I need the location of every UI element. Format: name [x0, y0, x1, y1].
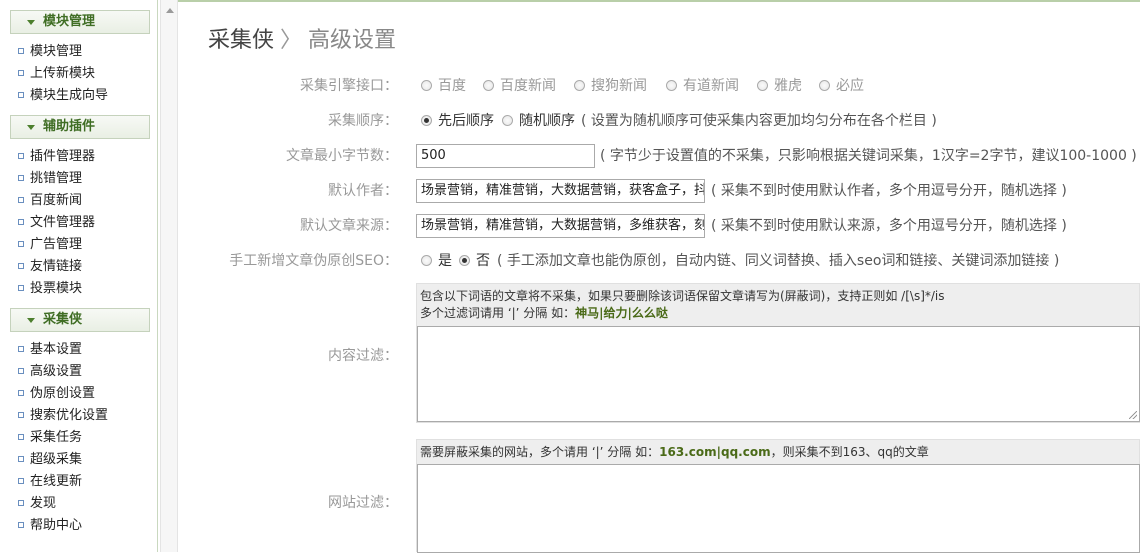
- radio-icon[interactable]: [819, 80, 830, 91]
- sidebar-item-module-wizard[interactable]: 模块生成向导: [18, 86, 108, 106]
- square-bullet-icon: [18, 478, 24, 484]
- sidebar-item-seo-settings[interactable]: 搜索优化设置: [18, 406, 108, 426]
- site-filter-desc: 需要屏蔽采集的网站，多个请用 ‘|’ 分隔 如：163.com|qq.com，则…: [420, 445, 929, 459]
- square-bullet-icon: [18, 346, 24, 352]
- sidebar-item-pseudo-original[interactable]: 伪原创设置: [18, 384, 95, 404]
- resize-grip-icon[interactable]: [1129, 411, 1137, 419]
- sidebar-item-vote-module[interactable]: 投票模块: [18, 279, 82, 299]
- engine-option-youdao-news[interactable]: 有道新闻: [666, 76, 739, 96]
- source-input[interactable]: 场景营销，精准营销，大数据营销，多维获客，刻: [416, 214, 705, 238]
- radio-checked-icon[interactable]: [421, 115, 432, 126]
- site-filter-label: 网站过滤：: [328, 495, 398, 511]
- engine-label: 采集引擎接口：: [300, 78, 398, 94]
- engine-option-bing[interactable]: 必应: [819, 76, 864, 96]
- sidebar-item-module-manage[interactable]: 模块管理: [18, 42, 82, 62]
- square-bullet-icon: [18, 48, 24, 54]
- author-input[interactable]: 场景营销，精准营销，大数据营销，获客盒子，抖: [416, 179, 705, 203]
- breadcrumb-separator-icon: 〉: [280, 28, 303, 53]
- triangle-down-icon: [27, 318, 35, 323]
- top-divider: [178, 0, 1140, 2]
- min-bytes-input[interactable]: 500: [416, 144, 595, 168]
- sidebar-item-error-manage[interactable]: 挑错管理: [18, 169, 82, 189]
- square-bullet-icon: [18, 92, 24, 98]
- page-title: 采集侠〉高级设置: [208, 28, 397, 53]
- min-bytes-hint: ( 字节少于设置值的不采集，只影响根据关键词采集，1汉字=2字节，建议100-1…: [600, 148, 1137, 164]
- radio-checked-icon[interactable]: [459, 255, 470, 266]
- sidebar-item-ad-manage[interactable]: 广告管理: [18, 235, 82, 255]
- engine-option-baidu[interactable]: 百度: [421, 76, 466, 96]
- square-bullet-icon: [18, 434, 24, 440]
- group-header-module[interactable]: 模块管理: [10, 10, 150, 34]
- radio-icon[interactable]: [666, 80, 677, 91]
- site-filter-box: 需要屏蔽采集的网站，多个请用 ‘|’ 分隔 如：163.com|qq.com，则…: [416, 439, 1140, 553]
- order-option-sequential[interactable]: 先后顺序: [421, 111, 494, 131]
- square-bullet-icon: [18, 219, 24, 225]
- sidebar-item-upload-module[interactable]: 上传新模块: [18, 64, 95, 84]
- order-label: 采集顺序：: [328, 113, 398, 129]
- square-bullet-icon: [18, 241, 24, 247]
- engine-option-baidu-news[interactable]: 百度新闻: [483, 76, 556, 96]
- sidebar-item-super-collect[interactable]: 超级采集: [18, 450, 82, 470]
- content-filter-desc: 包含以下词语的文章将不采集，如果只要删除该词语保留文章请写为(屏蔽词)，支持正则…: [420, 289, 945, 320]
- author-label: 默认作者：: [328, 183, 398, 199]
- square-bullet-icon: [18, 368, 24, 374]
- square-bullet-icon: [18, 500, 24, 506]
- site-filter-example: 163.com|qq.com: [659, 445, 771, 459]
- square-bullet-icon: [18, 175, 24, 181]
- square-bullet-icon: [18, 153, 24, 159]
- radio-icon[interactable]: [483, 80, 494, 91]
- seo-option-no[interactable]: 否: [459, 251, 490, 271]
- seo-hint: ( 手工添加文章也能伪原创，自动内链、同义词替换、插入seo词和链接、关键词添加…: [497, 253, 1060, 269]
- content-filter-label: 内容过滤：: [328, 348, 398, 364]
- engine-option-yahoo[interactable]: 雅虎: [757, 76, 802, 96]
- group-header-caijixia[interactable]: 采集侠: [10, 308, 150, 332]
- triangle-down-icon: [27, 125, 35, 130]
- radio-icon[interactable]: [757, 80, 768, 91]
- author-hint: ( 采集不到时使用默认作者，多个用逗号分开，随机选择 ): [711, 183, 1067, 199]
- sidebar: 模块管理 模块管理 上传新模块 模块生成向导 辅助插件 插件管理器 挑错管理 百…: [0, 0, 158, 552]
- content-filter-box: 包含以下词语的文章将不采集，如果只要删除该词语保留文章请写为(屏蔽词)，支持正则…: [416, 283, 1140, 423]
- radio-icon[interactable]: [421, 255, 432, 266]
- source-label: 默认文章来源：: [300, 218, 398, 234]
- group-title: 采集侠: [43, 312, 83, 327]
- sidebar-item-friend-links[interactable]: 友情链接: [18, 257, 82, 277]
- triangle-down-icon: [27, 20, 35, 25]
- square-bullet-icon: [18, 285, 24, 291]
- radio-icon[interactable]: [502, 115, 513, 126]
- order-hint: ( 设置为随机顺序可使采集内容更加均匀分布在各个栏目 ): [581, 113, 937, 129]
- group-header-plugins[interactable]: 辅助插件: [10, 115, 150, 139]
- seo-label: 手工新增文章伪原创SEO：: [229, 253, 398, 269]
- sidebar-item-help-center[interactable]: 帮助中心: [18, 516, 82, 536]
- group-title: 辅助插件: [43, 119, 96, 134]
- square-bullet-icon: [18, 456, 24, 462]
- square-bullet-icon: [18, 70, 24, 76]
- order-option-random[interactable]: 随机顺序: [502, 111, 575, 131]
- sidebar-item-plugin-manager[interactable]: 插件管理器: [18, 147, 95, 167]
- min-bytes-label: 文章最小字节数：: [286, 148, 398, 164]
- radio-icon[interactable]: [421, 80, 432, 91]
- square-bullet-icon: [18, 412, 24, 418]
- sidebar-item-online-update[interactable]: 在线更新: [18, 472, 82, 492]
- group-title: 模块管理: [43, 14, 96, 29]
- site-filter-textarea[interactable]: [417, 464, 1140, 553]
- seo-option-yes[interactable]: 是: [421, 251, 452, 271]
- scrollbar[interactable]: [160, 0, 178, 552]
- sidebar-item-file-manager[interactable]: 文件管理器: [18, 213, 95, 233]
- square-bullet-icon: [18, 522, 24, 528]
- sidebar-item-collect-tasks[interactable]: 采集任务: [18, 428, 82, 448]
- content-filter-textarea[interactable]: [417, 326, 1140, 422]
- sidebar-item-basic-settings[interactable]: 基本设置: [18, 340, 82, 360]
- scroll-up-arrow-icon[interactable]: [166, 8, 174, 13]
- square-bullet-icon: [18, 197, 24, 203]
- filter-example: 神马|给力|么么哒: [575, 306, 668, 320]
- sidebar-item-baidu-news[interactable]: 百度新闻: [18, 191, 82, 211]
- sidebar-item-advanced-settings[interactable]: 高级设置: [18, 362, 82, 382]
- radio-icon[interactable]: [574, 80, 585, 91]
- square-bullet-icon: [18, 390, 24, 396]
- engine-option-sogou-news[interactable]: 搜狗新闻: [574, 76, 647, 96]
- source-hint: ( 采集不到时使用默认来源，多个用逗号分开，随机选择 ): [711, 218, 1067, 234]
- sidebar-item-discover[interactable]: 发现: [18, 494, 56, 514]
- square-bullet-icon: [18, 263, 24, 269]
